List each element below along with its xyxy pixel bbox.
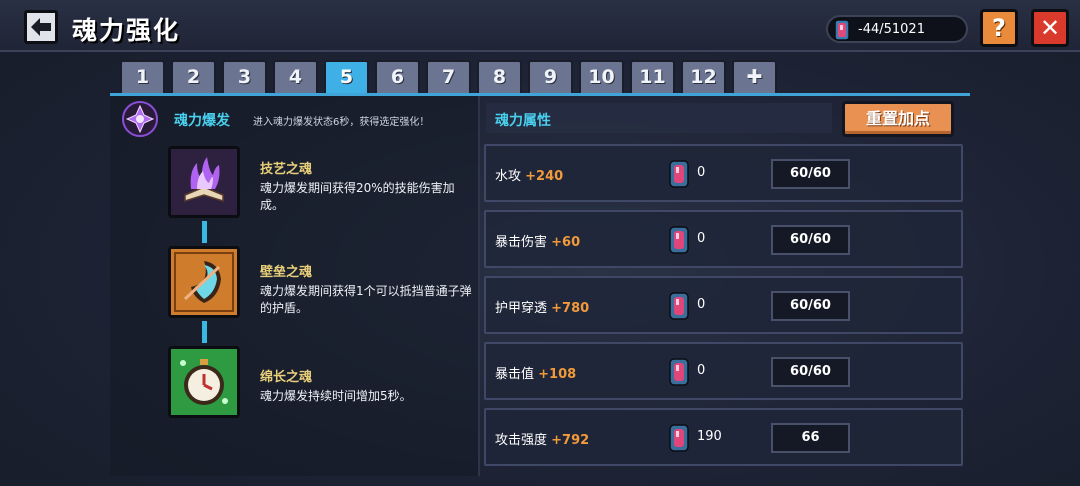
soul-burst-row: 魂力爆发 进入魂力爆发状态6秒，获得选定强化！ <box>116 100 476 138</box>
skill-description-2: 魂力爆发期间获得1个可以抵挡普通子弹的护盾。 <box>260 284 472 315</box>
tab-6[interactable]: 6 <box>375 60 420 93</box>
close-button[interactable]: ✕ <box>1031 9 1069 47</box>
tab-4[interactable]: 4 <box>273 60 318 93</box>
soul-burst-description: 进入魂力爆发状态6秒，获得选定强化！ <box>253 117 430 128</box>
help-button[interactable]: ? <box>980 9 1018 47</box>
attribute-cost: 0 <box>697 363 706 378</box>
attribute-bonus: +240 <box>525 169 564 184</box>
attribute-bonus: +108 <box>538 367 577 382</box>
attribute-row: 暴击值 +108 0 60/60 <box>484 342 963 400</box>
tab-8[interactable]: 8 <box>477 60 522 93</box>
shield-icon[interactable] <box>168 246 240 318</box>
add-tab-button[interactable]: ✚ <box>732 60 777 93</box>
panel-divider <box>478 96 480 476</box>
attribute-bonus: +792 <box>551 433 590 448</box>
attribute-name: 暴击值 <box>495 367 535 382</box>
currency-value: -44/51021 <box>858 22 925 37</box>
attribute-bonus: +60 <box>551 235 581 250</box>
tab-1[interactable]: 1 <box>120 60 165 93</box>
skill-connector <box>202 221 207 243</box>
attributes-header: 魂力属性 <box>486 103 832 133</box>
tab-9[interactable]: 9 <box>528 60 573 93</box>
page-tabs: 1 2 3 4 5 6 7 8 9 10 11 12 ✚ <box>120 60 777 96</box>
attribute-level[interactable]: 60/60 <box>771 291 850 321</box>
header-bar: 魂力强化 -44/51021 ? ✕ <box>0 0 1080 52</box>
tab-11[interactable]: 11 <box>630 60 675 93</box>
soul-gem-icon <box>669 226 689 254</box>
attribute-level[interactable]: 60/60 <box>771 225 850 255</box>
attribute-bonus: +780 <box>551 301 590 316</box>
tab-3[interactable]: 3 <box>222 60 267 93</box>
page-title: 魂力强化 <box>72 16 181 45</box>
attribute-name: 护甲穿透 <box>495 301 548 316</box>
soul-gem-icon <box>669 358 689 386</box>
attribute-label: 护甲穿透 +780 <box>495 297 589 316</box>
skill-name-2: 壁垒之魂 <box>260 265 313 280</box>
skill-description-3: 魂力爆发持续时间增加5秒。 <box>260 389 412 403</box>
skill-description-1: 魂力爆发期间获得20%的技能伤害加成。 <box>260 181 455 212</box>
tab-5[interactable]: 5 <box>324 60 369 94</box>
soul-power-screen: 魂力强化 -44/51021 ? ✕ 1 2 3 4 5 6 7 8 9 10 … <box>0 0 1080 486</box>
attribute-label: 暴击值 +108 <box>495 363 576 382</box>
attribute-name: 暴击伤害 <box>495 235 548 250</box>
attribute-level[interactable]: 60/60 <box>771 159 850 189</box>
attribute-label: 暴击伤害 +60 <box>495 231 580 250</box>
soul-burst-panel: 魂力爆发 进入魂力爆发状态6秒，获得选定强化！ 技艺之魂 魂力爆发期间获得20%… <box>110 96 478 476</box>
tab-12[interactable]: 12 <box>681 60 726 93</box>
soul-gem-icon <box>834 19 850 41</box>
attributes-header-label: 魂力属性 <box>495 113 551 129</box>
reset-points-button[interactable]: 重置加点 <box>842 101 954 137</box>
skill-connector <box>202 321 207 343</box>
attribute-name: 攻击强度 <box>495 433 548 448</box>
tab-10[interactable]: 10 <box>579 60 624 93</box>
back-arrow-icon <box>31 18 51 36</box>
tab-2[interactable]: 2 <box>171 60 216 93</box>
attribute-name: 水攻 <box>495 169 522 184</box>
skill-name-1: 技艺之魂 <box>260 162 313 177</box>
soul-currency-display: -44/51021 <box>826 15 968 43</box>
attribute-label: 攻击强度 +792 <box>495 429 589 448</box>
attribute-row: 攻击强度 +792 190 66 <box>484 408 963 466</box>
attribute-cost: 0 <box>697 297 706 312</box>
attribute-row: 暴击伤害 +60 0 60/60 <box>484 210 963 268</box>
soul-gem-icon <box>669 292 689 320</box>
attribute-row: 护甲穿透 +780 0 60/60 <box>484 276 963 334</box>
attribute-level[interactable]: 60/60 <box>771 357 850 387</box>
soul-gem-icon <box>669 160 689 188</box>
skill-name-3: 绵长之魂 <box>260 370 313 385</box>
soul-burst-title: 魂力爆发 <box>174 113 230 129</box>
attribute-cost: 0 <box>697 231 706 246</box>
tab-7[interactable]: 7 <box>426 60 471 93</box>
attribute-cost: 0 <box>697 165 706 180</box>
attribute-cost: 190 <box>697 429 722 444</box>
purple-flame-book-icon[interactable] <box>168 146 240 218</box>
attribute-level[interactable]: 66 <box>771 423 850 453</box>
stopwatch-icon[interactable] <box>168 346 240 418</box>
back-button[interactable] <box>24 10 58 44</box>
attribute-row: 水攻 +240 0 60/60 <box>484 144 963 202</box>
attribute-label: 水攻 +240 <box>495 165 563 184</box>
soul-burst-icon <box>122 101 158 137</box>
soul-gem-icon <box>669 424 689 452</box>
